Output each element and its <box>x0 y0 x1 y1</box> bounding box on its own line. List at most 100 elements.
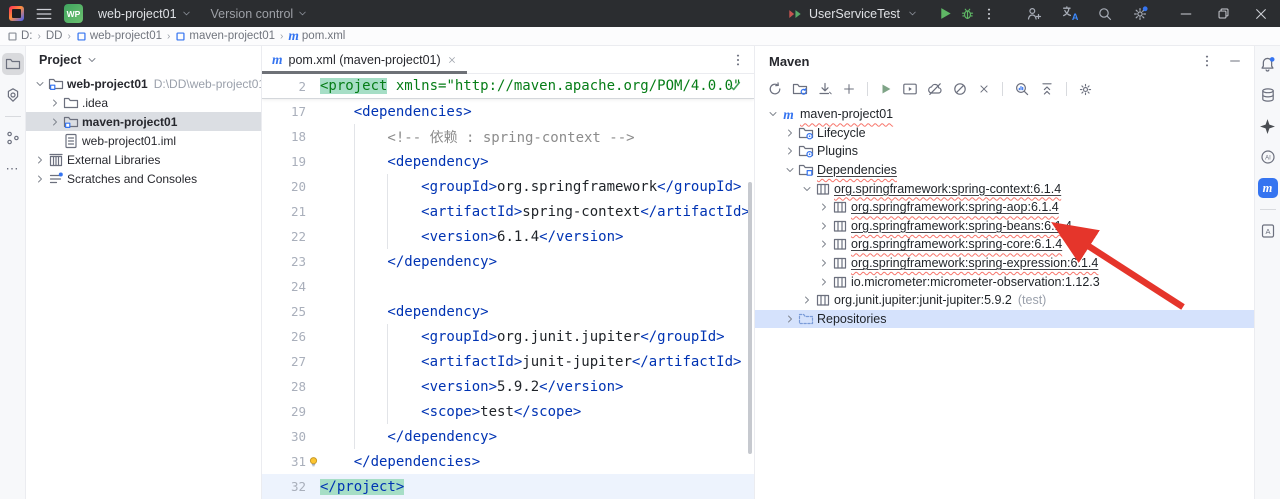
collapse-all-icon[interactable] <box>977 82 991 96</box>
execute-maven-goal-icon[interactable] <box>902 81 918 97</box>
reload-maven-projects-icon[interactable] <box>767 81 783 97</box>
maven-tree-row[interactable]: Dependencies <box>755 161 1254 180</box>
maven-tree-row[interactable]: Plugins <box>755 142 1254 161</box>
project-panel-header[interactable]: Project <box>26 46 261 74</box>
translate-icon[interactable]: A <box>1061 5 1078 22</box>
code-line-25[interactable]: 25 <dependency> <box>262 299 754 324</box>
code-line-21[interactable]: 21 <artifactId>spring-context</artifactI… <box>262 199 754 224</box>
chevron-down-icon[interactable] <box>34 78 46 90</box>
code-line-23[interactable]: 23 </dependency> <box>262 249 754 274</box>
maven-tree-row[interactable]: org.springframework:spring-aop:6.1.4 <box>755 198 1254 217</box>
dependency-analyzer-icon[interactable] <box>1014 81 1030 97</box>
toolwindow-more-tool-windows[interactable]: ⋯ <box>2 158 24 180</box>
chevron-down-icon[interactable] <box>767 108 779 120</box>
maven-tree-row[interactable]: org.springframework:spring-core:6.1.4 <box>755 235 1254 254</box>
maven-tree-row[interactable]: Lifecycle <box>755 124 1254 143</box>
intention-bulb-icon[interactable] <box>307 455 320 468</box>
code-line-19[interactable]: 19 <dependency> <box>262 149 754 174</box>
chevron-right-icon[interactable] <box>818 201 830 213</box>
code-line-17[interactable]: 17 <dependencies> <box>262 99 754 124</box>
chevron-right-icon[interactable] <box>818 276 830 288</box>
vcs-widget[interactable]: Version control <box>207 5 313 23</box>
code-line-31[interactable]: 31 </dependencies> <box>262 449 754 474</box>
code-line-2[interactable]: 2<project xmlns="http://maven.apache.org… <box>262 74 754 99</box>
tab-close-icon[interactable] <box>447 55 457 65</box>
toolwindow-settings-tool[interactable] <box>2 84 24 106</box>
project-tree-row[interactable]: web-project01D:\DD\web-project01 <box>26 74 261 93</box>
code-line-20[interactable]: 20 <groupId>org.springframework</groupId… <box>262 174 754 199</box>
project-tree-row[interactable]: .idea <box>26 93 261 112</box>
main-menu-icon[interactable] <box>35 5 53 23</box>
toolwindow-project-tool[interactable] <box>2 53 24 75</box>
maven-tree-row[interactable]: org.springframework:spring-beans:6.1.4 <box>755 217 1254 236</box>
inspections-ok-icon[interactable] <box>728 79 742 93</box>
project-tree-row[interactable]: maven-project01 <box>26 112 261 131</box>
toolwindow-translation-tool[interactable]: A <box>1257 220 1279 242</box>
toolwindow-plugin-tool[interactable] <box>1257 115 1279 137</box>
code-line-27[interactable]: 27 <artifactId>junit-jupiter</artifactId… <box>262 349 754 374</box>
toolwindow-maven-tool[interactable]: m <box>1257 177 1279 199</box>
maven-tree-row[interactable]: org.junit.jupiter:junit-jupiter:5.9.2(te… <box>755 291 1254 310</box>
project-tree-row[interactable]: web-project01.iml <box>26 131 261 150</box>
window-close-button[interactable] <box>1254 7 1268 21</box>
code-line-18[interactable]: 18 <!-- 依赖 : spring-context --> <box>262 124 754 149</box>
tab-pom-xml[interactable]: m pom.xml (maven-project01) <box>262 46 467 73</box>
run-button[interactable] <box>938 6 953 21</box>
chevron-right-icon[interactable] <box>784 313 796 325</box>
more-actions-kebab[interactable] <box>982 7 996 21</box>
project-selector[interactable]: web-project01 <box>94 5 196 23</box>
chevron-right-icon[interactable] <box>34 173 46 185</box>
toolwindow-ai-assistant-tool[interactable]: AI <box>1257 146 1279 168</box>
chevron-right-icon[interactable] <box>49 116 61 128</box>
editor-options-kebab[interactable] <box>731 53 745 67</box>
run-maven-build-icon[interactable] <box>879 82 893 96</box>
code-line-24[interactable]: 24 <box>262 274 754 299</box>
code-line-22[interactable]: 22 <version>6.1.4</version> <box>262 224 754 249</box>
maven-tree-row[interactable]: mmaven-project01 <box>755 105 1254 124</box>
window-minimize-button[interactable] <box>1179 7 1193 21</box>
expand-all-icon[interactable] <box>1039 81 1055 97</box>
editor[interactable]: m pom.xml (maven-project01) 2<project xm… <box>262 46 754 499</box>
code-line-26[interactable]: 26 <groupId>org.junit.jupiter</groupId> <box>262 324 754 349</box>
breadcrumb-item[interactable]: web-project01 <box>74 30 164 42</box>
settings-gear-icon[interactable] <box>1132 6 1148 22</box>
maven-tree-row[interactable]: io.micrometer:micrometer-observation:1.1… <box>755 272 1254 291</box>
editor-body[interactable]: 2<project xmlns="http://maven.apache.org… <box>262 74 754 499</box>
toggle-offline-mode-icon[interactable] <box>927 81 943 97</box>
project-tree-row[interactable]: Scratches and Consoles <box>26 169 261 188</box>
project-tree-row[interactable]: External Libraries <box>26 150 261 169</box>
generate-sources-icon[interactable] <box>792 81 808 97</box>
chevron-right-icon[interactable] <box>818 220 830 232</box>
chevron-right-icon[interactable] <box>801 294 813 306</box>
breadcrumb-item[interactable]: D: <box>5 30 35 42</box>
code-with-me-icon[interactable] <box>1026 6 1042 22</box>
chevron-right-icon[interactable] <box>818 257 830 269</box>
window-restore-button[interactable] <box>1217 7 1230 20</box>
chevron-right-icon[interactable] <box>784 127 796 139</box>
maven-settings-icon[interactable] <box>1078 82 1093 97</box>
breadcrumb-item[interactable]: maven-project01 <box>173 30 277 42</box>
run-config-selector[interactable]: UserServiceTest <box>809 7 900 21</box>
maven-hide-icon[interactable] <box>1228 54 1242 68</box>
toolwindow-database-tool[interactable] <box>1257 84 1279 106</box>
breadcrumb-item[interactable]: mpom.xml <box>286 29 347 43</box>
chevron-right-icon[interactable] <box>818 238 830 250</box>
add-maven-project-icon[interactable] <box>842 82 856 96</box>
maven-tree-row[interactable]: Repositories <box>755 310 1254 329</box>
toolwindow-structure-tool[interactable] <box>2 127 24 149</box>
chevron-right-icon[interactable] <box>49 97 61 109</box>
chevron-right-icon[interactable] <box>784 145 796 157</box>
chevron-down-icon[interactable] <box>801 183 813 195</box>
maven-tree-row[interactable]: org.springframework:spring-context:6.1.4 <box>755 179 1254 198</box>
project-avatar[interactable]: WP <box>64 4 83 23</box>
download-sources-icon[interactable] <box>817 81 833 97</box>
code-line-32[interactable]: 32</project> <box>262 474 754 499</box>
code-line-29[interactable]: 29 <scope>test</scope> <box>262 399 754 424</box>
search-everywhere-icon[interactable] <box>1097 6 1113 22</box>
breadcrumb-item[interactable]: DD <box>44 30 65 42</box>
debug-button[interactable] <box>960 6 975 21</box>
skip-tests-mode-icon[interactable] <box>952 81 968 97</box>
code-line-28[interactable]: 28 <version>5.9.2</version> <box>262 374 754 399</box>
maven-tree-row[interactable]: org.springframework:spring-expression:6.… <box>755 254 1254 273</box>
chevron-right-icon[interactable] <box>34 154 46 166</box>
